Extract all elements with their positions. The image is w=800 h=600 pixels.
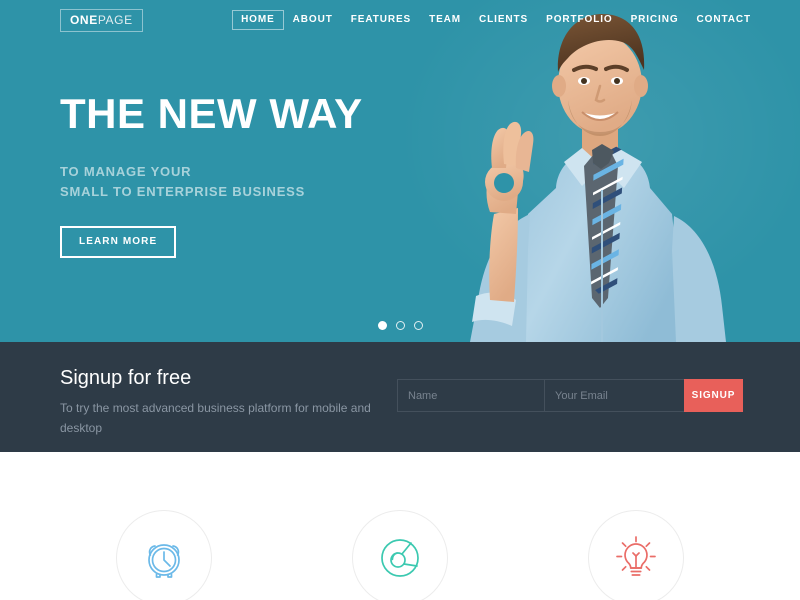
- nav-item-pricing[interactable]: PRICING: [622, 10, 688, 30]
- alarm-clock-icon: [138, 532, 190, 584]
- learn-more-button[interactable]: LEARN MORE: [60, 226, 177, 259]
- feature-icon-circle[interactable]: [352, 510, 448, 600]
- slider-dot-3[interactable]: [413, 321, 423, 330]
- slider-dot-1[interactable]: [377, 321, 387, 330]
- slider-dots: [0, 321, 800, 330]
- logo-text-light: PAGE: [97, 12, 133, 27]
- nav-item-team[interactable]: TEAM: [420, 10, 470, 30]
- slider-dot-2[interactable]: [395, 321, 405, 330]
- landing-page: ONEPAGE HOME ABOUT FEATURES TEAM CLIENTS…: [0, 0, 800, 600]
- top-navigation-bar: ONEPAGE HOME ABOUT FEATURES TEAM CLIENTS…: [0, 0, 800, 40]
- email-input[interactable]: [544, 379, 684, 412]
- feature-item-ideas: [588, 510, 684, 600]
- signup-description: To try the most advanced business platfo…: [60, 401, 371, 435]
- feature-icon-circle[interactable]: [116, 510, 212, 600]
- signup-form: SIGNUP: [397, 379, 743, 412]
- features-section: [0, 452, 800, 600]
- hero-subtitle-line-1: TO MANAGE YOUR: [60, 164, 192, 180]
- pie-chart-icon: [374, 532, 426, 584]
- hero-person-image: [398, 0, 800, 342]
- nav-item-clients[interactable]: CLIENTS: [470, 10, 537, 30]
- hero-subtitle-line-2: SMALL TO ENTERPRISE BUSINESS: [60, 184, 306, 200]
- feature-item-speed: [116, 510, 212, 600]
- name-input[interactable]: [397, 379, 544, 412]
- nav-menu: HOME ABOUT FEATURES TEAM CLIENTS PORTFOL…: [232, 10, 760, 30]
- lightbulb-icon: [610, 532, 662, 584]
- signup-text-block: Signup for free To try the most advanced…: [60, 366, 390, 439]
- site-logo[interactable]: ONEPAGE: [60, 8, 143, 32]
- feature-item-analytics: [352, 510, 448, 600]
- signup-title: Signup for free: [60, 367, 192, 389]
- hero-subtitle: TO MANAGE YOUR SMALL TO ENTERPRISE BUSIN…: [60, 162, 363, 202]
- feature-icon-circle[interactable]: [588, 510, 684, 600]
- hero-title: THE NEW WAY: [60, 90, 363, 137]
- nav-item-features[interactable]: FEATURES: [342, 10, 420, 30]
- signup-button[interactable]: SIGNUP: [684, 379, 743, 412]
- nav-item-about[interactable]: ABOUT: [284, 10, 342, 30]
- nav-item-portfolio[interactable]: PORTFOLIO: [537, 10, 621, 30]
- logo-text-bold: ONE: [70, 12, 98, 27]
- hero-copy: THE NEW WAY TO MANAGE YOUR SMALL TO ENTE…: [60, 90, 363, 259]
- hero-section: ONEPAGE HOME ABOUT FEATURES TEAM CLIENTS…: [0, 0, 800, 342]
- nav-item-contact[interactable]: CONTACT: [688, 10, 760, 30]
- nav-item-home[interactable]: HOME: [232, 10, 284, 30]
